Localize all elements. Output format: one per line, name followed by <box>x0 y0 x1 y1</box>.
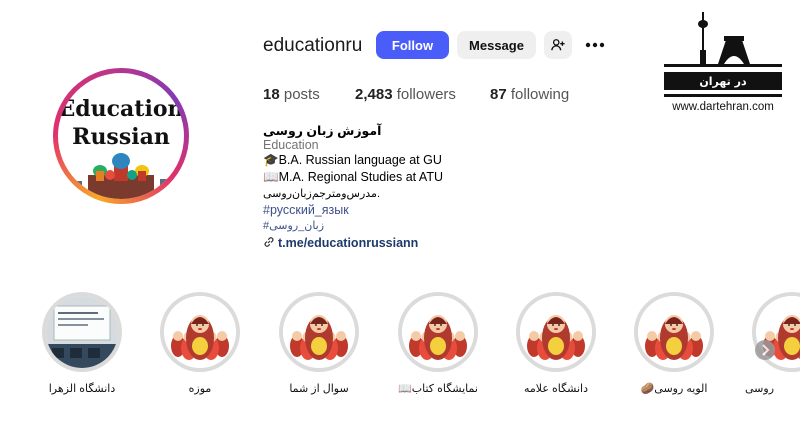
highlight-item[interactable] <box>42 292 122 372</box>
highlight-item[interactable] <box>634 292 714 372</box>
dartehran-watermark: در تهران www.dartehran.com <box>660 10 786 122</box>
highlight-ring <box>398 292 478 372</box>
watermark-url: www.dartehran.com <box>672 101 774 113</box>
highlight-cover <box>520 296 592 368</box>
matryoshka-image <box>520 296 592 368</box>
highlight-ring <box>752 292 800 372</box>
followers-label: followers <box>396 86 456 103</box>
avatar-text-line1: Education <box>58 96 184 122</box>
highlight-ring <box>42 292 122 372</box>
highlight-cover <box>402 296 474 368</box>
highlight-item[interactable] <box>160 292 240 372</box>
highlight-label: موزه <box>188 383 212 395</box>
matryoshka-image <box>283 296 355 368</box>
highlight-label: دانشگاه علامه <box>524 383 588 395</box>
cathedral-illustration <box>72 153 170 199</box>
bio-category: Education <box>263 138 319 152</box>
highlight-item[interactable] <box>516 292 596 372</box>
followers-count: 2,483 <box>355 86 393 103</box>
highlight-cover <box>638 296 710 368</box>
posts-count: 18 <box>263 86 280 103</box>
link-icon <box>264 237 274 247</box>
followers-stat[interactable]: 2,483 followers <box>355 86 456 103</box>
bio-link-text: t.me/educationrussiann <box>278 236 419 250</box>
highlight-label: روسی <box>745 383 775 395</box>
profile-username: educationru <box>263 35 363 56</box>
suggest-users-button[interactable] <box>544 31 572 59</box>
matryoshka-image <box>164 296 236 368</box>
posts-stat: 18 posts <box>263 86 320 103</box>
highlight-ring <box>279 292 359 372</box>
highlight-label: سوال از شما <box>289 383 349 395</box>
highlight-ring <box>160 292 240 372</box>
highlight-cover <box>283 296 355 368</box>
more-icon <box>585 42 605 48</box>
highlight-item[interactable] <box>398 292 478 372</box>
watermark-persian-text: در تهران <box>699 75 747 88</box>
posts-label: posts <box>283 86 320 103</box>
bio-hashtag-2[interactable]: #زبان_روسی <box>263 219 324 232</box>
following-count: 87 <box>490 86 507 103</box>
follow-button[interactable]: Follow <box>376 31 449 59</box>
classroom-screen-image <box>46 296 118 368</box>
highlight-label: الویه روسی🥔 <box>640 383 708 395</box>
bio-line-1: 🎓B.A. Russian language at GU <box>263 153 442 167</box>
highlight-label: دانشگاه الزهرا <box>48 383 116 395</box>
following-label: following <box>510 86 570 103</box>
highlight-item[interactable] <box>752 292 800 372</box>
tehran-skyline-logo: در تهران <box>664 12 782 97</box>
add-user-icon <box>551 39 565 51</box>
bio-line-2: 📖M.A. Regional Studies at ATU <box>263 170 443 184</box>
message-button[interactable]: Message <box>457 31 536 59</box>
bio-name: آموزش زبان روسی <box>263 124 382 138</box>
matryoshka-image <box>638 296 710 368</box>
highlight-ring <box>516 292 596 372</box>
profile-avatar[interactable]: Education Russian <box>53 68 189 204</box>
avatar-text-line2: Russian <box>72 124 170 150</box>
next-highlights-button[interactable] <box>755 340 775 360</box>
next-chevron-icon <box>762 344 770 356</box>
highlight-item[interactable] <box>279 292 359 372</box>
bio-hashtag-1[interactable]: #русский_язык <box>263 203 349 217</box>
following-stat[interactable]: 87 following <box>490 86 569 103</box>
bio-line-3: مدرس‌ومترجم‌زبان‌روسی. <box>263 188 380 200</box>
bio-link[interactable]: t.me/educationrussiann <box>263 236 418 250</box>
highlight-cover <box>164 296 236 368</box>
avatar-image: Education Russian <box>58 73 184 199</box>
highlight-ring <box>634 292 714 372</box>
highlight-cover <box>46 296 118 368</box>
more-options-button[interactable] <box>584 36 606 54</box>
matryoshka-image <box>402 296 474 368</box>
highlight-label: نمایشگاه کتاب📖 <box>398 383 478 395</box>
